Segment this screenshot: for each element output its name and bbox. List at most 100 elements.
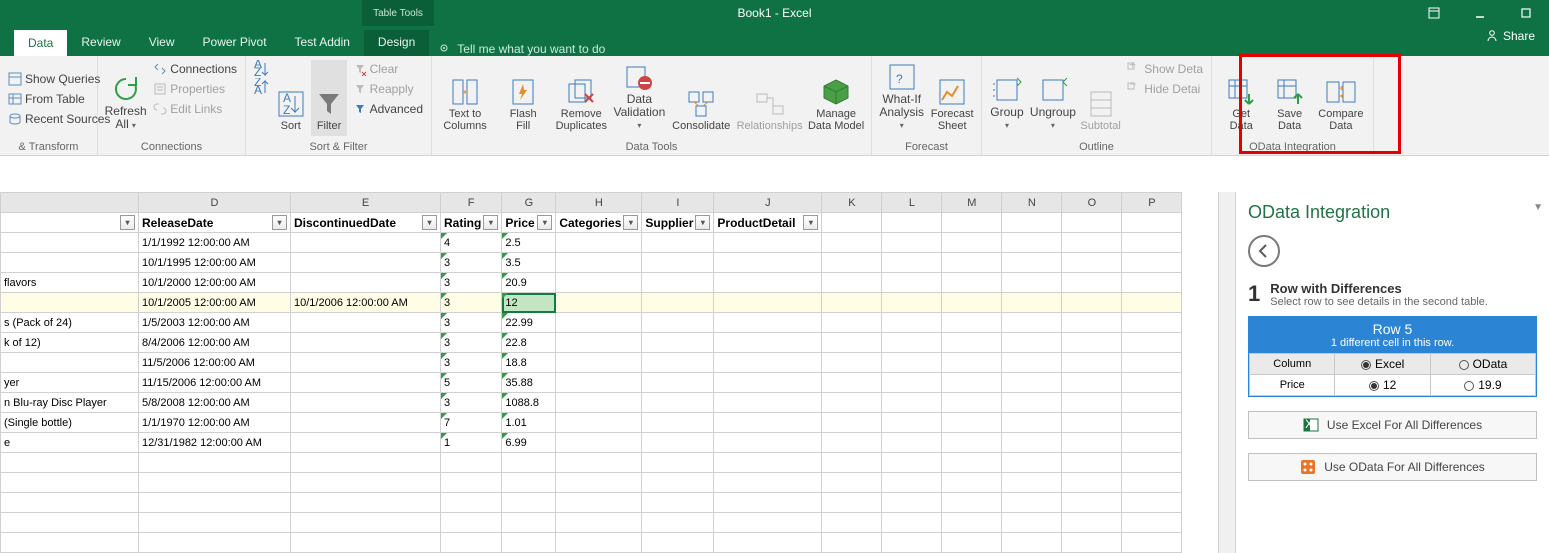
- cell[interactable]: 1.01: [502, 413, 556, 433]
- cell[interactable]: k of 12): [1, 333, 139, 353]
- cell[interactable]: [822, 373, 882, 393]
- cell[interactable]: [714, 493, 822, 513]
- back-button[interactable]: [1248, 235, 1280, 267]
- cell[interactable]: [291, 253, 441, 273]
- cell[interactable]: [642, 533, 714, 553]
- cell[interactable]: [139, 493, 291, 513]
- cell[interactable]: [502, 513, 556, 533]
- cell[interactable]: [291, 313, 441, 333]
- cell[interactable]: [942, 333, 1002, 353]
- cell[interactable]: [1122, 433, 1182, 453]
- cell[interactable]: [291, 413, 441, 433]
- cell[interactable]: [291, 433, 441, 453]
- empty-row[interactable]: [1, 533, 1182, 553]
- cell[interactable]: [822, 353, 882, 373]
- cell[interactable]: [822, 253, 882, 273]
- column-header[interactable]: F: [441, 193, 502, 213]
- cell[interactable]: 10/1/2000 12:00:00 AM: [139, 273, 291, 293]
- cell[interactable]: flavors: [1, 273, 139, 293]
- radio-icon[interactable]: [1464, 381, 1474, 391]
- cell[interactable]: 8/4/2006 12:00:00 AM: [139, 333, 291, 353]
- cell[interactable]: [642, 233, 714, 253]
- cell[interactable]: [714, 453, 822, 473]
- tab-test-addin[interactable]: Test Addin: [281, 30, 364, 56]
- cell[interactable]: [139, 453, 291, 473]
- cell[interactable]: [1122, 493, 1182, 513]
- cell[interactable]: [1062, 313, 1122, 333]
- cell[interactable]: 20.9: [502, 273, 556, 293]
- cell[interactable]: [291, 473, 441, 493]
- maximize-button[interactable]: [1503, 0, 1549, 26]
- cell[interactable]: [1002, 333, 1062, 353]
- cell[interactable]: 11/15/2006 12:00:00 AM: [139, 373, 291, 393]
- cell[interactable]: 12/31/1982 12:00:00 AM: [139, 433, 291, 453]
- cell[interactable]: [139, 513, 291, 533]
- table-header-cell[interactable]: Categories: [556, 213, 642, 233]
- cell[interactable]: 35.88: [502, 373, 556, 393]
- cell[interactable]: [714, 433, 822, 453]
- cell[interactable]: [1122, 233, 1182, 253]
- cell[interactable]: [714, 253, 822, 273]
- cell[interactable]: [1, 233, 139, 253]
- cell[interactable]: 10/1/1995 12:00:00 AM: [139, 253, 291, 273]
- cell[interactable]: 18.8: [502, 353, 556, 373]
- cell[interactable]: [1062, 253, 1122, 273]
- cell[interactable]: 4: [441, 233, 502, 253]
- cell[interactable]: [1002, 273, 1062, 293]
- cell[interactable]: [822, 333, 882, 353]
- cell[interactable]: 3: [441, 333, 502, 353]
- cell[interactable]: [1, 253, 139, 273]
- cell[interactable]: [714, 533, 822, 553]
- advanced-filter-button[interactable]: Advanced: [351, 100, 425, 118]
- sort-button[interactable]: AZ Sort: [274, 60, 307, 136]
- cell[interactable]: 22.99: [502, 313, 556, 333]
- table-row[interactable]: 11/5/2006 12:00:00 AM318.8: [1, 353, 1182, 373]
- cell[interactable]: [1002, 513, 1062, 533]
- diff-odata-value[interactable]: 19.9: [1430, 375, 1535, 396]
- tab-power-pivot[interactable]: Power Pivot: [189, 30, 281, 56]
- column-header[interactable]: O: [1062, 193, 1122, 213]
- tell-me-search[interactable]: Tell me what you want to do: [439, 42, 605, 56]
- reapply-button[interactable]: Reapply: [351, 80, 425, 98]
- cell[interactable]: [822, 413, 882, 433]
- cell[interactable]: [942, 413, 1002, 433]
- cell[interactable]: [1062, 513, 1122, 533]
- column-header[interactable]: E: [291, 193, 441, 213]
- cell[interactable]: [556, 373, 642, 393]
- tab-design[interactable]: Design: [364, 30, 429, 56]
- cell[interactable]: [441, 533, 502, 553]
- cell[interactable]: [882, 533, 942, 553]
- cell[interactable]: [1002, 493, 1062, 513]
- vertical-scrollbar[interactable]: [1218, 192, 1235, 553]
- text-to-columns-button[interactable]: Text to Columns: [438, 60, 492, 136]
- cell[interactable]: [882, 353, 942, 373]
- use-excel-all-button[interactable]: X Use Excel For All Differences: [1248, 411, 1537, 439]
- cell[interactable]: [714, 413, 822, 433]
- consolidate-button[interactable]: Consolidate: [670, 60, 732, 136]
- cell[interactable]: [822, 493, 882, 513]
- cell[interactable]: [714, 353, 822, 373]
- cell[interactable]: [1062, 293, 1122, 313]
- cell[interactable]: [882, 493, 942, 513]
- cell[interactable]: 10/1/2006 12:00:00 AM: [291, 293, 441, 313]
- cell[interactable]: [1122, 273, 1182, 293]
- cell[interactable]: 5: [441, 373, 502, 393]
- table-header-cell[interactable]: Rating: [441, 213, 502, 233]
- cell[interactable]: [1062, 333, 1122, 353]
- flash-fill-button[interactable]: Flash Fill: [496, 60, 550, 136]
- filter-dropdown-icon[interactable]: [120, 215, 135, 230]
- cell[interactable]: [1122, 533, 1182, 553]
- cell[interactable]: [556, 393, 642, 413]
- cell[interactable]: [1122, 353, 1182, 373]
- cell[interactable]: [642, 373, 714, 393]
- cell[interactable]: [1062, 373, 1122, 393]
- cell[interactable]: [1062, 273, 1122, 293]
- column-header[interactable]: [1, 193, 139, 213]
- pane-options-icon[interactable]: ▼: [1533, 202, 1543, 213]
- cell[interactable]: [822, 533, 882, 553]
- cell[interactable]: [1, 293, 139, 313]
- get-data-button[interactable]: Get Data: [1218, 60, 1264, 136]
- table-header-cell[interactable]: ProductDetail: [714, 213, 822, 233]
- diff-excel-header[interactable]: Excel: [1335, 354, 1430, 375]
- cell[interactable]: 1088.8: [502, 393, 556, 413]
